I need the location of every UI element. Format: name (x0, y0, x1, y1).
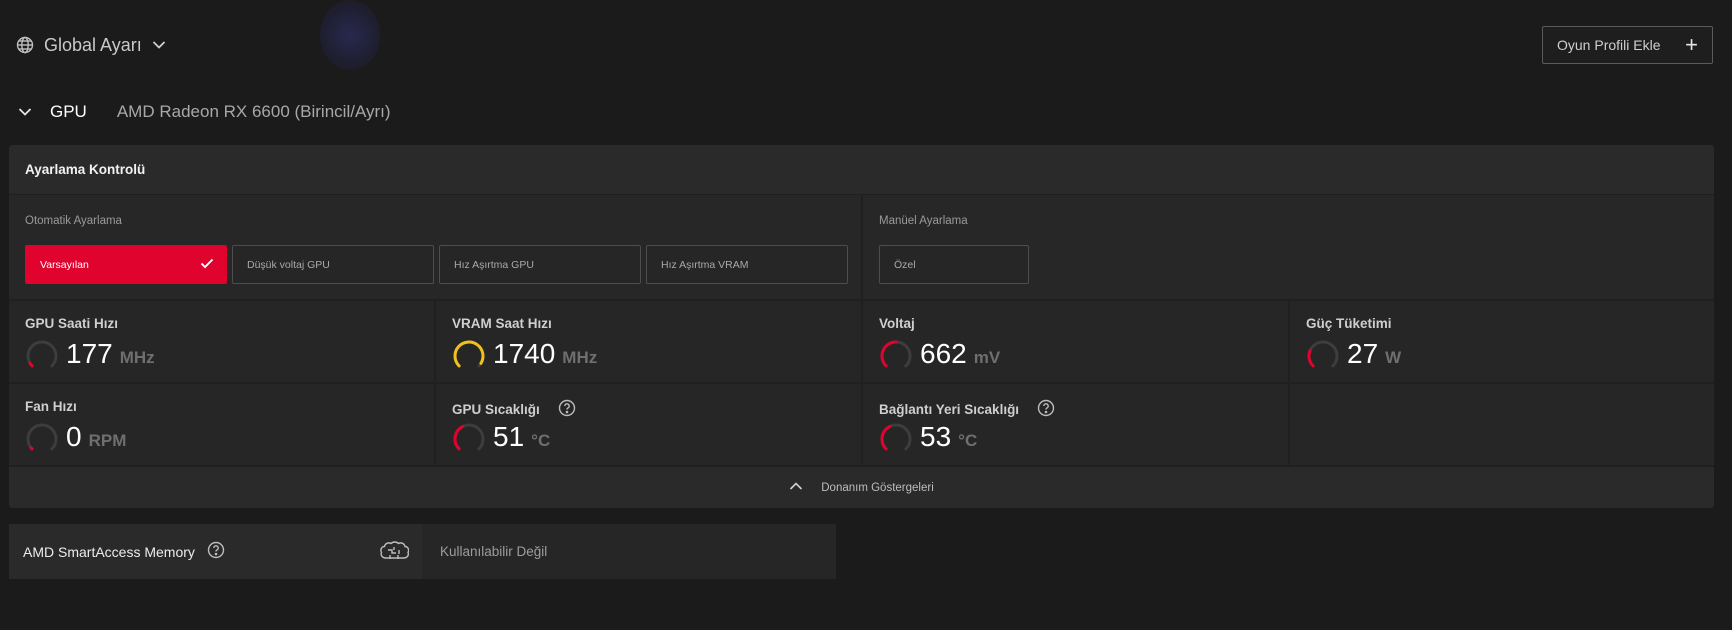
metric-gpu-temperature: GPU Sıcaklığı 51 °C (436, 384, 861, 465)
metric-value: 51 °C (493, 421, 551, 452)
gauge-icon (880, 423, 912, 451)
option-overclock-vram[interactable]: Hız Aşırtma VRAM (646, 245, 848, 284)
add-game-profile-button[interactable]: Oyun Profili Ekle + (1542, 26, 1713, 64)
global-settings-label: Global Ayarı (44, 34, 142, 55)
metric-title: Güç Tüketimi (1306, 316, 1392, 331)
help-icon[interactable] (558, 399, 576, 420)
metric-voltage: Voltaj 662 mV (863, 301, 1288, 382)
gauge-fill (29, 446, 34, 451)
top-bar: Global Ayarı Oyun Profili Ekle + GPU AMD… (0, 0, 1732, 121)
option-default[interactable]: Varsayılan (25, 245, 227, 284)
hardware-metrics-toggle[interactable]: Donanım Göstergeleri (9, 467, 1714, 508)
gauge-fill (880, 425, 892, 451)
smart-access-memory-label: AMD SmartAccess Memory (23, 543, 195, 560)
gauge-icon (880, 340, 912, 368)
gauge-fill (453, 340, 485, 368)
option-undervolt-gpu[interactable]: Düşük voltaj GPU (232, 245, 434, 284)
metric-title: GPU Sıcaklığı (452, 399, 576, 420)
metric-fan-speed: Fan Hızı 0 RPM (9, 384, 434, 465)
option-overclock-vram-label: Hız Aşırtma VRAM (661, 258, 749, 271)
metric-value: 53 °C (920, 421, 978, 452)
option-custom[interactable]: Özel (879, 245, 1029, 284)
option-overclock-gpu[interactable]: Hız Aşırtma GPU (439, 245, 641, 284)
chevron-up-icon (789, 481, 803, 494)
option-default-label: Varsayılan (40, 258, 89, 271)
gauge-fill (453, 425, 465, 451)
gauge-track (26, 340, 58, 368)
chevron-down-icon (152, 40, 166, 50)
add-game-profile-label: Oyun Profili Ekle (1557, 37, 1661, 53)
metric-title: Fan Hızı (25, 399, 77, 414)
metric-vram-clock: VRAM Saat Hızı 1740 MHz (436, 301, 861, 382)
metric-value: 27 W (1347, 338, 1402, 369)
metric-junction-temperature: Bağlantı Yeri Sıcaklığı 53 °C (863, 384, 1288, 465)
metric-value: 0 RPM (66, 421, 127, 452)
option-undervolt-gpu-label: Düşük voltaj GPU (247, 258, 330, 271)
option-overclock-gpu-label: Hız Aşırtma GPU (454, 258, 534, 271)
gauge-icon (1307, 340, 1339, 368)
checkmark-icon (200, 258, 214, 272)
metric-title: Voltaj (879, 316, 915, 331)
globe-icon (16, 36, 34, 54)
smart-access-memory-label-cell: AMD SmartAccess Memory (9, 524, 422, 579)
panel-title: Ayarlama Kontrolü (9, 145, 1714, 194)
manual-tuning-label: Manüel Ayarlama (879, 215, 968, 227)
gauge-track (26, 423, 58, 451)
metric-value: 177 MHz (66, 338, 155, 369)
smart-access-memory-status: Kullanılabilir Değil (440, 544, 548, 559)
gpu-name: AMD Radeon RX 6600 (Birincil/Ayrı) (116, 102, 391, 121)
hardware-metrics-label: Donanım Göstergeleri (821, 481, 934, 494)
gpu-label: GPU (50, 102, 87, 121)
chevron-down-icon[interactable] (18, 102, 32, 122)
brain-chip-icon (379, 540, 410, 567)
metric-empty-cell (1290, 384, 1714, 465)
metric-value: 1740 MHz (493, 338, 598, 369)
gauge-icon (26, 340, 58, 368)
metric-title: Bağlantı Yeri Sıcaklığı (879, 399, 1055, 420)
gauge-icon (26, 423, 58, 451)
tuning-control-panel: Ayarlama Kontrolü Otomatik Ayarlama Manü… (9, 145, 1714, 508)
metric-title: VRAM Saat Hızı (452, 316, 552, 331)
gauge-icon (453, 423, 485, 451)
gauge-fill (1307, 349, 1315, 368)
global-settings-dropdown[interactable]: Global Ayarı (16, 33, 166, 57)
option-custom-label: Özel (894, 258, 916, 271)
gpu-section-header: GPU AMD Radeon RX 6600 (Birincil/Ayrı) (18, 100, 391, 124)
metric-gpu-clock: GPU Saati Hızı 177 MHz (9, 301, 434, 382)
gauge-track (1307, 340, 1339, 368)
smart-access-memory-row: AMD SmartAccess Memory Kullanılabilir De… (9, 524, 836, 579)
metric-title: GPU Saati Hızı (25, 316, 119, 331)
help-icon[interactable] (207, 541, 225, 562)
help-icon[interactable] (1037, 399, 1055, 420)
auto-tuning-label: Otomatik Ayarlama (25, 215, 122, 227)
gauge-icon (453, 340, 485, 368)
metric-power: Güç Tüketimi 27 W (1290, 301, 1714, 382)
metric-value: 662 mV (920, 338, 1001, 369)
plus-icon: + (1685, 32, 1698, 57)
gauge-fill (28, 361, 34, 368)
